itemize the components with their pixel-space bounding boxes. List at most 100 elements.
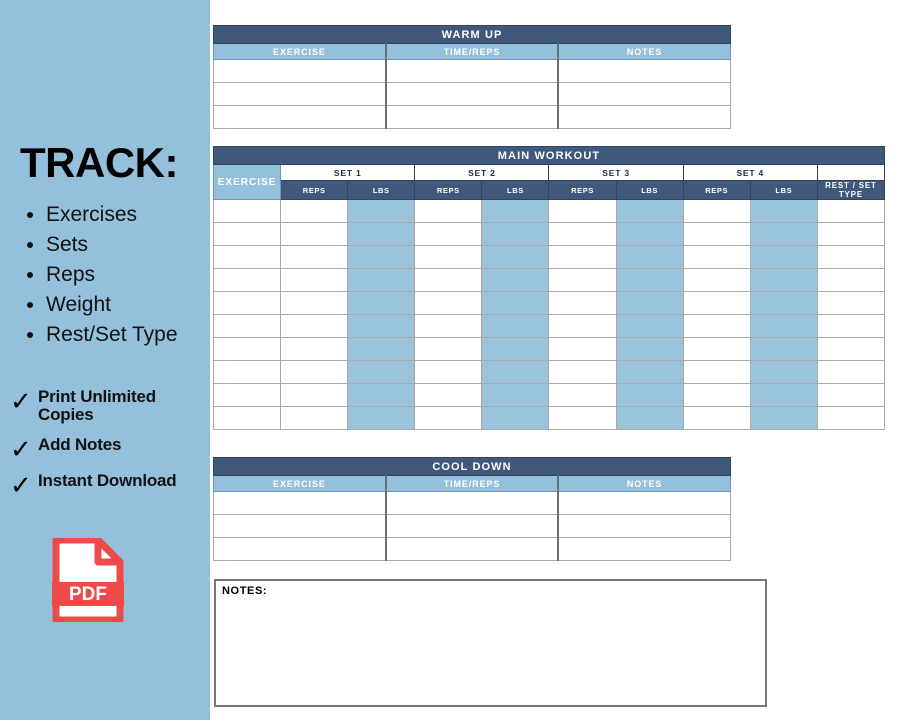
table-row[interactable] <box>212 337 886 361</box>
cell-reps-4[interactable] <box>682 222 751 246</box>
cell-reps-2[interactable] <box>414 199 483 223</box>
table-row[interactable] <box>212 537 732 561</box>
cell-lbs-1[interactable] <box>347 199 416 223</box>
cell-lbs-1[interactable] <box>347 291 416 315</box>
cell-rest-set-type[interactable] <box>816 406 886 430</box>
cell-reps-1[interactable] <box>280 360 349 384</box>
cell-lbs-4[interactable] <box>749 314 818 338</box>
cell-notes[interactable] <box>557 491 732 515</box>
cell-reps-1[interactable] <box>280 245 349 269</box>
cell-exercise[interactable] <box>212 406 282 430</box>
cell-lbs-3[interactable] <box>615 291 684 315</box>
cell-time-reps[interactable] <box>384 59 559 83</box>
cell-reps-4[interactable] <box>682 268 751 292</box>
table-row[interactable] <box>212 406 886 430</box>
cell-exercise[interactable] <box>212 514 387 538</box>
cell-reps-1[interactable] <box>280 291 349 315</box>
cell-reps-1[interactable] <box>280 383 349 407</box>
cell-lbs-3[interactable] <box>615 314 684 338</box>
cell-rest-set-type[interactable] <box>816 291 886 315</box>
cell-lbs-2[interactable] <box>481 360 550 384</box>
cell-lbs-1[interactable] <box>347 222 416 246</box>
cell-lbs-1[interactable] <box>347 314 416 338</box>
cell-rest-set-type[interactable] <box>816 337 886 361</box>
cell-lbs-3[interactable] <box>615 406 684 430</box>
cell-exercise[interactable] <box>212 337 282 361</box>
cell-reps-2[interactable] <box>414 268 483 292</box>
cell-rest-set-type[interactable] <box>816 314 886 338</box>
table-row[interactable] <box>212 360 886 384</box>
cell-reps-4[interactable] <box>682 199 751 223</box>
cell-exercise[interactable] <box>212 360 282 384</box>
cell-reps-3[interactable] <box>548 222 617 246</box>
table-row[interactable] <box>212 105 732 129</box>
cell-notes[interactable] <box>557 82 732 106</box>
cell-reps-1[interactable] <box>280 268 349 292</box>
cell-time-reps[interactable] <box>384 514 559 538</box>
cell-lbs-1[interactable] <box>347 383 416 407</box>
cell-rest-set-type[interactable] <box>816 222 886 246</box>
cell-reps-4[interactable] <box>682 383 751 407</box>
cell-reps-3[interactable] <box>548 199 617 223</box>
table-row[interactable] <box>212 383 886 407</box>
cell-lbs-4[interactable] <box>749 383 818 407</box>
cell-time-reps[interactable] <box>384 82 559 106</box>
cell-reps-4[interactable] <box>682 291 751 315</box>
cell-lbs-2[interactable] <box>481 222 550 246</box>
cell-reps-3[interactable] <box>548 383 617 407</box>
cell-reps-4[interactable] <box>682 406 751 430</box>
cell-rest-set-type[interactable] <box>816 199 886 223</box>
cell-lbs-4[interactable] <box>749 268 818 292</box>
cell-lbs-1[interactable] <box>347 268 416 292</box>
table-row[interactable] <box>212 222 886 246</box>
cell-lbs-2[interactable] <box>481 314 550 338</box>
cell-exercise[interactable] <box>212 105 387 129</box>
cell-rest-set-type[interactable] <box>816 245 886 269</box>
cell-lbs-1[interactable] <box>347 406 416 430</box>
cell-lbs-3[interactable] <box>615 360 684 384</box>
cell-lbs-4[interactable] <box>749 406 818 430</box>
cell-time-reps[interactable] <box>384 105 559 129</box>
cell-exercise[interactable] <box>212 268 282 292</box>
cell-time-reps[interactable] <box>384 491 559 515</box>
table-row[interactable] <box>212 514 732 538</box>
cell-rest-set-type[interactable] <box>816 268 886 292</box>
cell-lbs-4[interactable] <box>749 360 818 384</box>
table-row[interactable] <box>212 268 886 292</box>
cell-exercise[interactable] <box>212 222 282 246</box>
table-row[interactable] <box>212 245 886 269</box>
cell-reps-3[interactable] <box>548 406 617 430</box>
table-row[interactable] <box>212 199 886 223</box>
cell-reps-2[interactable] <box>414 314 483 338</box>
table-row[interactable] <box>212 59 732 83</box>
cell-lbs-2[interactable] <box>481 199 550 223</box>
table-row[interactable] <box>212 491 732 515</box>
cell-lbs-3[interactable] <box>615 222 684 246</box>
cell-lbs-4[interactable] <box>749 291 818 315</box>
cell-reps-1[interactable] <box>280 314 349 338</box>
cell-time-reps[interactable] <box>384 537 559 561</box>
cell-lbs-4[interactable] <box>749 199 818 223</box>
cell-exercise[interactable] <box>212 59 387 83</box>
cell-lbs-2[interactable] <box>481 337 550 361</box>
cell-reps-1[interactable] <box>280 337 349 361</box>
cell-reps-2[interactable] <box>414 337 483 361</box>
cell-reps-3[interactable] <box>548 245 617 269</box>
cell-reps-1[interactable] <box>280 222 349 246</box>
table-row[interactable] <box>212 291 886 315</box>
cell-exercise[interactable] <box>212 314 282 338</box>
cell-lbs-3[interactable] <box>615 383 684 407</box>
cell-reps-2[interactable] <box>414 245 483 269</box>
cell-reps-1[interactable] <box>280 199 349 223</box>
cell-exercise[interactable] <box>212 537 387 561</box>
cell-reps-2[interactable] <box>414 383 483 407</box>
cell-reps-2[interactable] <box>414 291 483 315</box>
cell-notes[interactable] <box>557 514 732 538</box>
cell-notes[interactable] <box>557 59 732 83</box>
cell-reps-3[interactable] <box>548 337 617 361</box>
cell-reps-3[interactable] <box>548 291 617 315</box>
cell-lbs-3[interactable] <box>615 268 684 292</box>
cell-lbs-3[interactable] <box>615 337 684 361</box>
cell-reps-2[interactable] <box>414 360 483 384</box>
cell-lbs-1[interactable] <box>347 360 416 384</box>
